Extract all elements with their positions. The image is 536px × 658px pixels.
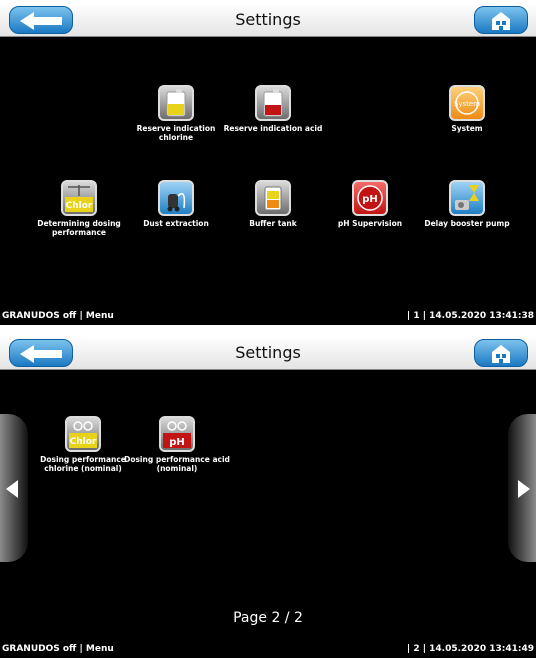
vacuum-icon <box>158 180 194 216</box>
tile-label: Reserve indication acid <box>223 124 323 133</box>
home-button[interactable] <box>474 6 528 34</box>
home-button[interactable] <box>474 339 528 367</box>
chlor-dosing-icon: Chlor <box>65 416 101 452</box>
tile-label: Delay booster pump <box>424 219 510 228</box>
tile-label: Buffer tank <box>249 219 297 228</box>
settings-screen-page-2: Settings Chlor Dosing performance chlori… <box>0 336 536 658</box>
ph-icon: pH <box>352 180 388 216</box>
tile-ph-supervision[interactable]: pH pH Supervision <box>317 180 423 228</box>
chlorine-canister-icon <box>158 85 194 121</box>
status-bar: GRANUDOS off | Menu | 1 | 14.05.2020 13:… <box>0 307 536 325</box>
chlor-icon-text: Chlor <box>70 437 97 447</box>
home-icon <box>492 345 510 363</box>
ph-icon-text: pH <box>169 437 185 448</box>
page-indicator: Page 2 / 2 <box>233 610 303 626</box>
scale-chlor-icon: Chlor <box>61 180 97 216</box>
tile-reserve-indication-chlorine[interactable]: Reserve indication chlorine <box>123 85 229 142</box>
next-page-button[interactable] <box>508 414 536 562</box>
tile-label: Dust extraction <box>143 219 209 228</box>
title-bar: Settings <box>0 336 536 370</box>
tile-system[interactable]: System System <box>414 85 520 133</box>
settings-screen-page-1: Settings Reserve indication chlorine Res… <box>0 3 536 325</box>
status-mode: GRANUDOS off | Menu <box>2 311 114 321</box>
title-bar: Settings <box>0 3 536 37</box>
tile-delay-booster-pump[interactable]: Delay booster pump <box>414 180 520 228</box>
status-mode: GRANUDOS off | Menu <box>2 644 114 654</box>
tile-label: Reserve indication chlorine <box>136 124 216 142</box>
chevron-left-icon <box>6 480 18 498</box>
status-datetime: | 1 | 14.05.2020 13:41:38 <box>406 311 534 321</box>
acid-canister-icon <box>255 85 291 121</box>
tile-buffer-tank[interactable]: Buffer tank <box>220 180 326 228</box>
previous-page-button[interactable] <box>0 414 28 562</box>
tile-dust-extraction[interactable]: Dust extraction <box>123 180 229 228</box>
tile-label: Determining dosing performance <box>37 219 121 237</box>
hourglass-pump-icon <box>449 180 485 216</box>
tile-label: Dosing performance acid (nominal) <box>124 455 230 473</box>
tile-determining-dosing-performance[interactable]: Chlor Determining dosing performance <box>26 180 132 237</box>
tile-label: pH Supervision <box>337 219 403 228</box>
system-icon: System <box>449 85 485 121</box>
buffer-tank-icon <box>255 180 291 216</box>
ph-dosing-icon: pH <box>159 416 195 452</box>
tile-dosing-performance-acid[interactable]: pH Dosing performance acid (nominal) <box>124 416 230 473</box>
page-title: Settings <box>235 10 301 29</box>
chevron-right-icon <box>518 480 530 498</box>
tile-dosing-performance-chlorine[interactable]: Chlor Dosing performance chlorine (nomin… <box>30 416 136 473</box>
system-icon-text: System <box>454 100 480 108</box>
tile-label: System <box>451 124 483 133</box>
tile-reserve-indication-acid[interactable]: Reserve indication acid <box>220 85 326 133</box>
tile-label: Dosing performance chlorine (nominal) <box>40 455 126 473</box>
status-bar: GRANUDOS off | Menu | 2 | 14.05.2020 13:… <box>0 640 536 658</box>
chlor-icon-text: Chlor <box>66 201 93 211</box>
home-icon <box>492 12 510 30</box>
status-datetime: | 2 | 14.05.2020 13:41:49 <box>406 644 534 654</box>
ph-icon-text: pH <box>362 194 378 205</box>
page-title: Settings <box>235 343 301 362</box>
